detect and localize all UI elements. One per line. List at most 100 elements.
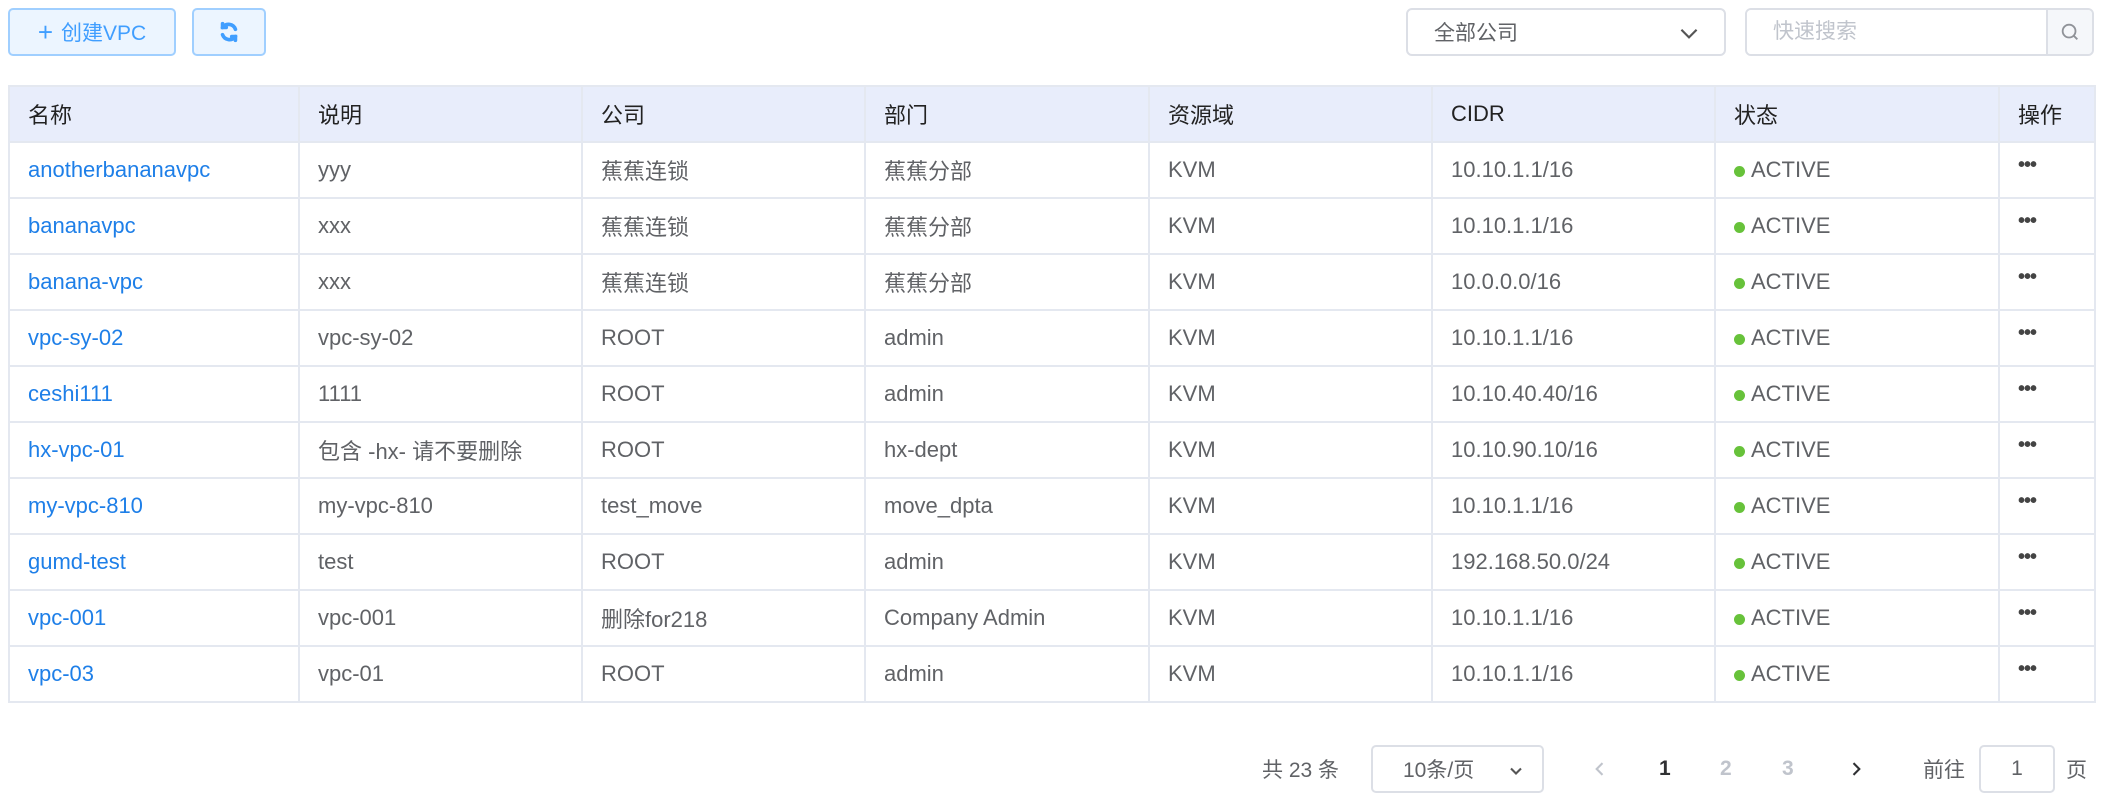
cell-actions: •••	[1998, 253, 2096, 311]
page-3[interactable]: 3	[1782, 745, 1794, 793]
status-text: ACTIVE	[1751, 269, 1831, 294]
cell-domain: KVM	[1148, 253, 1433, 311]
table-row: anotherbananavpc yyy 蕉蕉连锁 蕉蕉分部 KVM 10.10.1.1/…	[8, 141, 2096, 199]
cell-domain: KVM	[1148, 477, 1433, 535]
cell-company: ROOT	[581, 421, 866, 479]
cell-domain: KVM	[1148, 589, 1433, 647]
refresh-button[interactable]	[192, 8, 266, 56]
cell-status: ACTIVE	[1714, 589, 2000, 647]
search-box	[1745, 8, 2094, 56]
status-text: ACTIVE	[1751, 549, 1831, 574]
chevron-down-icon	[1680, 28, 1698, 39]
cell-status: ACTIVE	[1714, 477, 2000, 535]
search-icon	[2061, 23, 2078, 40]
page-1[interactable]: 1	[1659, 745, 1671, 793]
cell-name: my-vpc-810	[8, 477, 300, 535]
goto-label: 前往	[1923, 759, 1965, 782]
more-actions-icon[interactable]: •••	[2018, 210, 2037, 232]
vpc-name-link[interactable]: my-vpc-810	[28, 493, 143, 518]
company-select[interactable]: 全部公司	[1406, 8, 1726, 56]
refresh-icon	[220, 21, 238, 43]
table-row: bananavpc xxx 蕉蕉连锁 蕉蕉分部 KVM 10.10.1.1/16 ACTIV…	[8, 197, 2096, 255]
column-header: 部门	[864, 85, 1150, 143]
more-actions-icon[interactable]: •••	[2018, 378, 2037, 400]
cell-cidr: 10.10.40.40/16	[1431, 365, 1716, 423]
vpc-name-link[interactable]: vpc-001	[28, 605, 106, 630]
more-actions-icon[interactable]: •••	[2018, 546, 2037, 568]
page-suffix: 页	[2066, 759, 2087, 782]
cell-domain: KVM	[1148, 141, 1433, 199]
status-text: ACTIVE	[1751, 213, 1831, 238]
vpc-name-link[interactable]: gumd-test	[28, 549, 126, 574]
prev-page-button[interactable]	[1590, 745, 1610, 793]
cell-company: 蕉蕉连锁	[581, 141, 866, 199]
cell-actions: •••	[1998, 365, 2096, 423]
column-header: 名称	[8, 85, 300, 143]
vpc-name-link[interactable]: ceshi111	[28, 381, 113, 406]
cell-cidr: 192.168.50.0/24	[1431, 533, 1716, 591]
cell-dept: admin	[864, 533, 1150, 591]
column-header: 说明	[298, 85, 583, 143]
status-dot-icon	[1734, 221, 1745, 233]
vpc-name-link[interactable]: anotherbananavpc	[28, 157, 210, 182]
search-button[interactable]	[2046, 10, 2092, 54]
more-actions-icon[interactable]: •••	[2018, 602, 2037, 624]
status-dot-icon	[1734, 501, 1745, 513]
status-dot-icon	[1734, 445, 1745, 457]
cell-name: bananavpc	[8, 197, 300, 255]
more-actions-icon[interactable]: •••	[2018, 266, 2037, 288]
more-actions-icon[interactable]: •••	[2018, 154, 2037, 176]
cell-company: 蕉蕉连锁	[581, 253, 866, 311]
next-page-button[interactable]	[1846, 745, 1866, 793]
cell-company: 删除for218	[581, 589, 866, 647]
create-vpc-button[interactable]: + 创建VPC	[8, 8, 176, 56]
status-dot-icon	[1734, 333, 1745, 345]
cell-name: vpc-sy-02	[8, 309, 300, 367]
table-row: gumd-test test ROOT admin KVM 192.168.50.0/24…	[8, 533, 2096, 591]
more-actions-icon[interactable]: •••	[2018, 434, 2037, 456]
cell-desc: vpc-sy-02	[298, 309, 583, 367]
search-input[interactable]	[1747, 10, 2046, 54]
goto-page-input[interactable]	[1979, 745, 2055, 793]
cell-actions: •••	[1998, 197, 2096, 255]
more-actions-icon[interactable]: •••	[2018, 490, 2037, 512]
cell-company: ROOT	[581, 309, 866, 367]
page-size-select[interactable]: 10条/页	[1371, 745, 1544, 793]
status-text: ACTIVE	[1751, 661, 1831, 686]
cell-dept: 蕉蕉分部	[864, 253, 1150, 311]
cell-actions: •••	[1998, 533, 2096, 591]
more-actions-icon[interactable]: •••	[2018, 322, 2037, 344]
cell-company: ROOT	[581, 645, 866, 703]
cell-dept: 蕉蕉分部	[864, 141, 1150, 199]
column-header: 状态	[1714, 85, 2000, 143]
vpc-name-link[interactable]: vpc-sy-02	[28, 325, 123, 350]
cell-cidr: 10.10.1.1/16	[1431, 309, 1716, 367]
column-header: 公司	[581, 85, 866, 143]
cell-name: banana-vpc	[8, 253, 300, 311]
cell-desc: xxx	[298, 197, 583, 255]
cell-dept: Company Admin	[864, 589, 1150, 647]
cell-actions: •••	[1998, 477, 2096, 535]
chevron-left-icon	[1595, 762, 1604, 776]
cell-cidr: 10.10.1.1/16	[1431, 141, 1716, 199]
column-header: 资源域	[1148, 85, 1433, 143]
vpc-name-link[interactable]: banana-vpc	[28, 269, 143, 294]
cell-dept: 蕉蕉分部	[864, 197, 1150, 255]
page-size-value: 10条/页	[1403, 759, 1475, 782]
table-row: banana-vpc xxx 蕉蕉连锁 蕉蕉分部 KVM 10.0.0.0/16 ACTIV…	[8, 253, 2096, 311]
cell-dept: admin	[864, 309, 1150, 367]
cell-status: ACTIVE	[1714, 197, 2000, 255]
status-text: ACTIVE	[1751, 157, 1831, 182]
cell-domain: KVM	[1148, 365, 1433, 423]
cell-domain: KVM	[1148, 533, 1433, 591]
more-actions-icon[interactable]: •••	[2018, 658, 2037, 680]
cell-company: ROOT	[581, 533, 866, 591]
status-text: ACTIVE	[1751, 325, 1831, 350]
vpc-name-link[interactable]: vpc-03	[28, 661, 94, 686]
company-select-value: 全部公司	[1434, 22, 1518, 45]
cell-cidr: 10.10.90.10/16	[1431, 421, 1716, 479]
vpc-name-link[interactable]: bananavpc	[28, 213, 136, 238]
vpc-name-link[interactable]: hx-vpc-01	[28, 437, 125, 462]
column-header: 操作	[1998, 85, 2096, 143]
page-2[interactable]: 2	[1720, 745, 1732, 793]
